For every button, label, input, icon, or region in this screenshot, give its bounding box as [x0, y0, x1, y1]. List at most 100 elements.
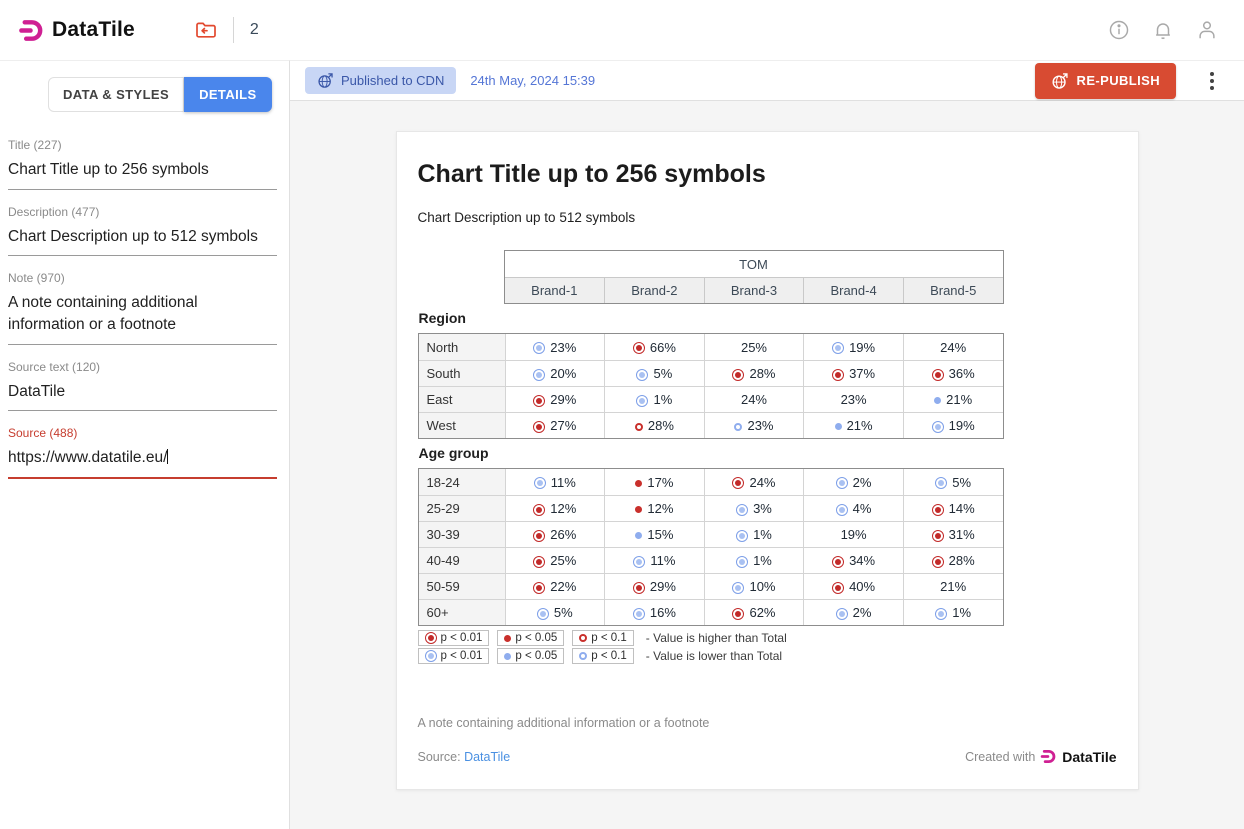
source-text-field: Source text (120) DataTile — [8, 360, 277, 412]
sig-red-ring-icon — [533, 395, 545, 407]
cell-value: 1% — [753, 527, 772, 542]
title-field-input[interactable]: Chart Title up to 256 symbols — [8, 159, 277, 190]
sig-red-ring-icon — [633, 342, 645, 354]
sig-blue-ring-icon — [836, 504, 848, 516]
cell-value: 25% — [741, 340, 767, 355]
section-table-block: 18-2411%17%24%2%5%25-2912%12%3%4%14%30-3… — [418, 468, 1004, 626]
cell-value: 23% — [550, 340, 576, 355]
cell-value: 19% — [849, 340, 875, 355]
table-row: 40-4925%11%1%34%28% — [419, 547, 1003, 573]
cell-value: 5% — [952, 475, 971, 490]
sig-blue-dot-icon — [635, 532, 642, 539]
table-cell: 3% — [704, 495, 804, 521]
legend-note: - Value is higher than Total — [646, 631, 787, 645]
note-field-input[interactable]: A note containing additional information… — [8, 292, 277, 344]
table-cell: 4% — [803, 495, 903, 521]
source-link[interactable]: DataTile — [464, 750, 510, 764]
cell-value: 1% — [653, 392, 672, 407]
table-row: 30-3926%15%1%19%31% — [419, 521, 1003, 547]
cell-value: 20% — [550, 366, 576, 381]
sig-blue-open-icon — [579, 652, 587, 660]
cell-value: 1% — [753, 553, 772, 568]
sig-red-ring-icon — [932, 530, 944, 542]
table-cell: 12% — [505, 495, 605, 521]
app-logo[interactable]: DataTile — [18, 17, 135, 44]
legend-item: p < 0.01 — [418, 630, 490, 646]
cell-value: 24% — [741, 392, 767, 407]
description-field-input[interactable]: Chart Description up to 512 symbols — [8, 226, 277, 257]
cell-value: 14% — [949, 501, 975, 516]
preview-canvas: Chart Title up to 256 symbols Chart Desc… — [290, 101, 1244, 829]
title-field-label: Title (227) — [8, 138, 277, 152]
legend-item: p < 0.1 — [572, 630, 634, 646]
sig-blue-ring-icon — [732, 582, 744, 594]
table-cell: 21% — [903, 386, 1003, 412]
source-url-field-input[interactable]: https://www.datatile.eu/ — [8, 447, 277, 479]
published-to-cdn-badge[interactable]: Published to CDN — [305, 67, 456, 94]
cell-value: 11% — [650, 553, 675, 568]
column-header: Brand-2 — [604, 277, 704, 303]
more-options-kebab-icon[interactable] — [1206, 68, 1218, 94]
sig-blue-ring-icon — [534, 477, 546, 489]
cell-value: 5% — [653, 366, 672, 381]
table-header: TOMBrand-1Brand-2Brand-3Brand-4Brand-5 — [505, 251, 1003, 303]
sig-blue-open-icon — [734, 423, 742, 431]
notifications-bell-icon[interactable] — [1152, 19, 1174, 41]
cell-value: 3% — [753, 501, 772, 516]
table-cell: 14% — [903, 495, 1003, 521]
cell-value: 36% — [949, 366, 975, 381]
tab-details[interactable]: DETAILS — [184, 77, 271, 112]
legend-item-label: p < 0.1 — [591, 632, 627, 644]
cell-value: 21% — [847, 418, 873, 433]
cell-value: 1% — [952, 605, 971, 620]
chart-source: Source: DataTile — [418, 750, 511, 764]
text-cursor — [167, 449, 168, 464]
sig-blue-ring-icon — [736, 530, 748, 542]
cell-value: 66% — [650, 340, 676, 355]
table-cell: 29% — [505, 386, 605, 412]
cell-value: 11% — [551, 475, 576, 490]
legend-row: p < 0.01p < 0.05p < 0.1- Value is lower … — [418, 648, 1117, 664]
section-table: 18-2411%17%24%2%5%25-2912%12%3%4%14%30-3… — [419, 469, 1003, 625]
legend-item-label: p < 0.1 — [591, 650, 627, 662]
table-cell: 29% — [604, 573, 704, 599]
table-cell: 5% — [505, 599, 605, 625]
tab-data-and-styles[interactable]: DATA & STYLES — [48, 77, 184, 112]
sig-red-dot-icon — [635, 480, 642, 487]
details-sidebar: DATA & STYLES DETAILS Title (227) Chart … — [0, 60, 290, 829]
table-cell: 10% — [704, 573, 804, 599]
table-cell: 20% — [505, 360, 605, 386]
sig-red-ring-icon — [732, 369, 744, 381]
republish-button[interactable]: RE-PUBLISH — [1035, 63, 1176, 99]
brand-logo-text: DataTile — [1062, 749, 1116, 765]
table-cell: 23% — [704, 412, 804, 438]
sig-blue-ring-icon — [633, 556, 645, 568]
section-label: Age group — [418, 439, 1117, 468]
info-icon[interactable] — [1108, 19, 1130, 41]
cell-value: 12% — [550, 501, 576, 516]
sig-blue-ring-icon — [836, 608, 848, 620]
table-cell: 5% — [903, 469, 1003, 495]
table-cell: 34% — [803, 547, 903, 573]
row-label: South — [419, 360, 505, 386]
table-cell: 1% — [903, 599, 1003, 625]
source-url-field: Source (488) https://www.datatile.eu/ — [8, 426, 277, 479]
user-profile-icon[interactable] — [1196, 19, 1218, 41]
note-field-label: Note (970) — [8, 271, 277, 285]
app-header: DataTile 2 — [0, 0, 1244, 60]
sig-red-open-icon — [579, 634, 587, 642]
cell-value: 28% — [749, 366, 775, 381]
sig-blue-dot-icon — [835, 423, 842, 430]
chart-description: Chart Description up to 512 symbols — [418, 210, 1117, 225]
source-text-field-input[interactable]: DataTile — [8, 381, 277, 412]
column-header: Brand-5 — [903, 277, 1003, 303]
row-label: 50-59 — [419, 573, 505, 599]
cell-value: 21% — [946, 392, 972, 407]
back-to-folder-icon[interactable] — [193, 17, 219, 43]
cell-value: 29% — [650, 579, 676, 594]
cell-value: 28% — [648, 418, 674, 433]
table-cell: 37% — [803, 360, 903, 386]
cell-value: 23% — [841, 392, 867, 407]
cell-value: 24% — [940, 340, 966, 355]
published-date: 24th May, 2024 15:39 — [470, 73, 595, 88]
